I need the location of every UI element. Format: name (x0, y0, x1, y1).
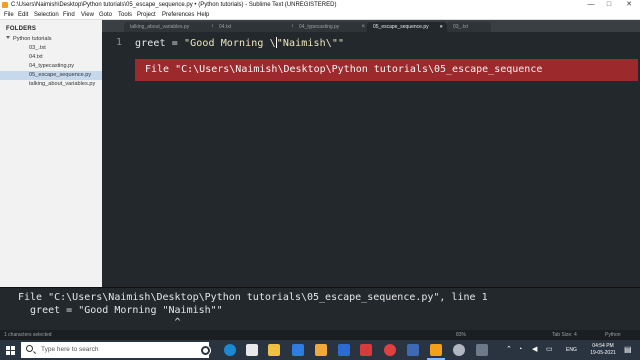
cortana-icon[interactable] (201, 346, 210, 355)
menu-project[interactable]: Project (137, 10, 156, 20)
tab-label: 05_escape_sequence.py (373, 24, 429, 30)
syntax-indicator[interactable]: Python (605, 330, 621, 340)
build-progress: 83% (456, 332, 467, 338)
menu-edit[interactable]: Edit (18, 10, 28, 20)
menu-tools[interactable]: Tools (118, 10, 132, 20)
windows-start-icon[interactable] (6, 346, 15, 355)
edge-icon[interactable] (224, 344, 236, 356)
tab-label: talking_about_variables.py (130, 24, 190, 30)
close-window-button[interactable]: ✕ (622, 0, 636, 10)
volume-icon[interactable]: ◀ (532, 340, 537, 360)
menu-goto[interactable]: Goto (99, 10, 112, 20)
sublime-taskbar-icon[interactable] (430, 344, 442, 356)
build-output-panel[interactable]: File "C:\Users\Naimish\Desktop\Python tu… (0, 287, 640, 330)
code-identifier: greet = (135, 38, 184, 49)
tray-overflow-icon[interactable]: ⌃ (506, 340, 512, 360)
minimize-button[interactable]: — (584, 0, 598, 10)
menu-help[interactable]: Help (197, 10, 209, 20)
sidebar-file-04-txt[interactable]: 04.txt (0, 53, 102, 62)
folder-label: Python tutorials (13, 36, 52, 42)
maximize-button[interactable]: □ (602, 0, 616, 10)
menu-selection[interactable]: Selection (34, 10, 59, 20)
chevron-down-icon (6, 36, 10, 39)
chrome-icon[interactable] (384, 344, 396, 356)
language-indicator[interactable]: ENG (566, 340, 577, 360)
search-icon (26, 345, 33, 352)
code-editor[interactable]: 1 greet = "Good Morning \"Naimish\"" Fil… (102, 32, 640, 287)
tab-label: 03_.txt (453, 24, 469, 30)
notification-icon[interactable]: ▤ (624, 340, 632, 360)
tab-close-icon[interactable]: × (361, 22, 365, 32)
status-bar: 1 characters selected 83% Tab Size: 4 Py… (0, 330, 640, 340)
inline-error-phantom: File "C:\Users\Naimish\Desktop\Python tu… (135, 59, 638, 81)
tab-talking-about-variables[interactable]: talking_about_variables.py × (124, 22, 219, 32)
code-line[interactable]: greet = "Good Morning \"Naimish\"" (135, 37, 344, 49)
menu-file[interactable]: File (4, 10, 14, 20)
obs-icon[interactable] (453, 344, 465, 356)
menu-view[interactable]: View (81, 10, 94, 20)
clock[interactable]: 04:54 PM 19-05-2021 (588, 343, 618, 357)
tab-04-txt[interactable]: 04.txt × (213, 22, 299, 32)
selection-status: 1 characters selected (4, 332, 52, 338)
output-caret-line: ^ (18, 317, 181, 328)
menu-find[interactable]: Find (63, 10, 75, 20)
code-string: "Good Morning \ (183, 38, 276, 49)
inline-error-text: File "C:\Users\Naimish\Desktop\Python tu… (145, 64, 543, 75)
sidebar-file-04-typecasting[interactable]: 04_typecasting.py (0, 62, 102, 71)
taskbar: Type here to search ⌃ ◔ ◀ ▭ ENG 04:54 PM… (0, 340, 640, 360)
unsaved-dot-icon[interactable]: ● (439, 22, 443, 32)
store-icon[interactable] (292, 344, 304, 356)
task-view-icon[interactable] (246, 344, 258, 356)
battery-icon[interactable]: ▭ (546, 340, 553, 360)
sidebar-file-05-escape-sequence[interactable]: 05_escape_sequence.py (0, 71, 102, 80)
settings-gear-icon[interactable] (476, 344, 488, 356)
sublime-text-window: C:\Users\Naimish\Desktop\Python tutorial… (0, 0, 640, 360)
output-line: greet = "Good Morning "Naimish"" (18, 305, 223, 316)
tab-label: 04_typecasting.py (299, 24, 340, 30)
folder-item[interactable]: Python tutorials (6, 35, 102, 44)
sidebar: FOLDERS Python tutorials 03_.txt 04.txt … (0, 20, 102, 287)
tab-05-escape-sequence[interactable]: 05_escape_sequence.py ● (367, 22, 447, 32)
window-title: C:\Users\Naimish\Desktop\Python tutorial… (11, 2, 337, 8)
tab-04-typecasting[interactable]: 04_typecasting.py × (293, 22, 369, 32)
menu-preferences[interactable]: Preferences (162, 10, 194, 20)
word-icon[interactable] (338, 344, 350, 356)
clock-time: 04:54 PM (592, 343, 614, 349)
search-placeholder: Type here to search (41, 346, 99, 353)
file-explorer-icon[interactable] (268, 344, 280, 356)
line-number: 1 (116, 37, 123, 48)
sidebar-heading: FOLDERS (6, 26, 37, 32)
vscode-icon[interactable] (407, 344, 419, 356)
tab-03-txt[interactable]: 03_.txt (447, 22, 491, 32)
sidebar-file-03-txt[interactable]: 03_.txt (0, 44, 102, 53)
taskbar-search-box[interactable]: Type here to search (21, 342, 209, 358)
mail-icon[interactable] (315, 344, 327, 356)
sublime-app-icon (2, 2, 8, 8)
sidebar-file-talking-about-variables[interactable]: talking_about_variables.py (0, 80, 102, 89)
tab-label: 04.txt (219, 24, 232, 30)
output-line: File "C:\Users\Naimish\Desktop\Python tu… (18, 292, 488, 303)
powerpoint-icon[interactable] (360, 344, 372, 356)
tab-strip: talking_about_variables.py × 04.txt × 04… (102, 20, 640, 32)
title-bar: C:\Users\Naimish\Desktop\Python tutorial… (0, 0, 640, 10)
clock-date: 19-05-2021 (590, 350, 616, 356)
tab-size-indicator[interactable]: Tab Size: 4 (552, 330, 577, 340)
network-icon[interactable]: ◔ (518, 340, 522, 360)
menu-bar: File Edit Selection Find View Goto Tools… (0, 10, 640, 20)
code-string: "Naimish\"" (276, 38, 345, 49)
